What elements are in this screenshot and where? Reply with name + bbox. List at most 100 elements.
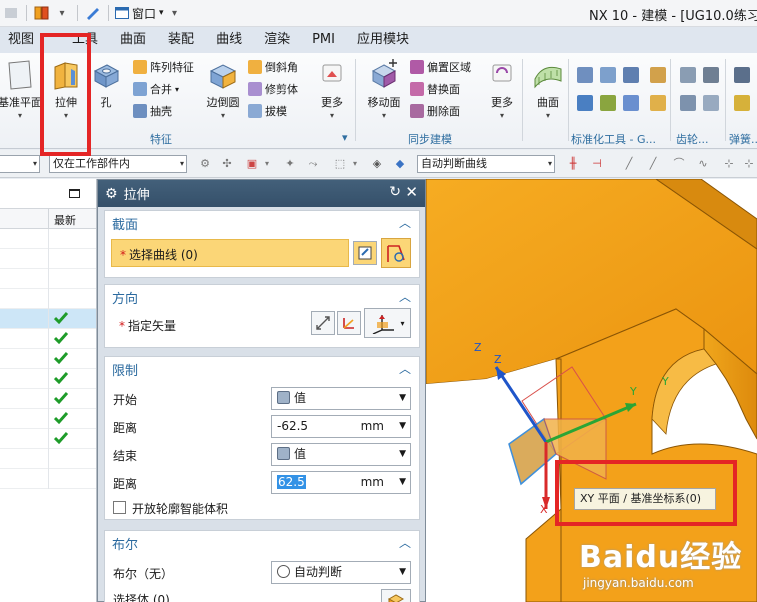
table-row[interactable] [0, 429, 96, 449]
line-icon[interactable]: ╱ [622, 157, 636, 171]
edge-blend-button[interactable]: 边倒圆 ▾ [202, 59, 244, 120]
trim-body-button[interactable]: 修剪体 [248, 81, 298, 97]
point-on-curve-icon[interactable]: ⊹ [722, 157, 736, 171]
undo-icon[interactable] [2, 4, 20, 22]
selection-scope-combo[interactable]: 仅在工作部件内 ▾ [49, 155, 187, 173]
more-sync-button[interactable]: 更多 ▾ [486, 59, 518, 120]
table-row[interactable] [0, 269, 96, 289]
vector-dialog-button[interactable] [337, 311, 361, 335]
delete-face-button[interactable]: 删除面 [410, 103, 460, 119]
table-row[interactable] [0, 349, 96, 369]
collapse-icon[interactable]: ︿ [399, 288, 411, 305]
point-icon[interactable]: ✦ [283, 157, 297, 171]
lasso-icon[interactable]: ⬚ [333, 157, 347, 171]
table-row[interactable] [0, 469, 96, 489]
table-row[interactable] [0, 229, 96, 249]
draft-button[interactable]: 拔模 [248, 103, 287, 119]
eraser-icon[interactable]: ◈ [370, 157, 384, 171]
follow-fillet-icon[interactable]: ⊣ [590, 157, 604, 171]
tool-icon[interactable] [623, 67, 639, 83]
tool-icon[interactable] [650, 67, 666, 83]
unite-button[interactable]: 合并 ▾ [133, 81, 179, 97]
spring-tool-icon[interactable] [734, 95, 750, 111]
reset-icon[interactable]: ↻ [389, 184, 401, 200]
gear-tool-icon[interactable] [680, 67, 696, 83]
boolean-header[interactable]: 布尔 ︿ [105, 531, 419, 555]
surface-button[interactable]: 曲面 ▾ [530, 59, 566, 120]
table-row[interactable] [0, 289, 96, 309]
tool-icon[interactable] [577, 95, 593, 111]
table-row[interactable] [0, 409, 96, 429]
table-row[interactable] [0, 309, 96, 329]
tool-icon[interactable] [600, 67, 616, 83]
tool-icon[interactable] [650, 95, 666, 111]
feature-group-expand-icon[interactable]: ▾ [342, 131, 348, 144]
cube-icon[interactable]: ◆ [393, 157, 407, 171]
end-distance-input[interactable]: 62.5 mm ▼ [271, 471, 411, 494]
offset-region-button[interactable]: 偏置区域 [410, 59, 471, 75]
pattern-feature-button[interactable]: 阵列特征 [133, 59, 194, 75]
curve-select-button[interactable] [381, 238, 411, 268]
close-icon[interactable]: ✕ [405, 183, 418, 201]
gear-tool-icon[interactable] [703, 95, 719, 111]
more-feature-button[interactable]: 更多 ▾ [316, 59, 348, 120]
table-row[interactable] [0, 449, 96, 469]
start-type-select[interactable]: 值 ▼ [271, 387, 411, 410]
chevron-down-icon[interactable]: ▾ [260, 157, 274, 171]
tab-curve[interactable]: 曲线 [205, 27, 253, 53]
tab-render[interactable]: 渲染 [253, 27, 301, 53]
hole-button[interactable]: 孔 [90, 59, 122, 110]
select-body-button[interactable] [381, 589, 411, 602]
tab-view[interactable]: 视图 [0, 27, 45, 53]
select-box-icon[interactable]: ▣ [245, 157, 259, 171]
qat-dropdown-icon[interactable]: ▾ [166, 4, 184, 22]
spline-icon[interactable]: ∿ [696, 157, 710, 171]
dialog-title-bar[interactable]: ⚙ 拉伸 ↻ ✕ [98, 180, 425, 207]
gear-icon[interactable]: ⚙ [105, 186, 118, 202]
tab-applications[interactable]: 应用模块 [346, 27, 420, 53]
arc-icon[interactable]: ⌒ [672, 157, 686, 171]
chevron-down-icon[interactable]: ▼ [399, 472, 406, 493]
window-menu[interactable]: 窗口 ▾ [115, 5, 164, 22]
collapse-icon[interactable]: ︿ [399, 360, 411, 377]
vector-icon[interactable]: ⤳ [306, 157, 320, 171]
tool-icon[interactable] [623, 95, 639, 111]
line-icon[interactable]: ╱ [646, 157, 660, 171]
gear-tool-icon[interactable] [680, 95, 696, 111]
table-row[interactable] [0, 389, 96, 409]
pen-icon[interactable] [84, 4, 102, 22]
section-header[interactable]: 截面 ︿ [105, 211, 419, 235]
collapse-icon[interactable]: ︿ [399, 214, 411, 231]
stop-at-intersection-icon[interactable]: ╫ [566, 157, 580, 171]
tab-assembly[interactable]: 装配 [157, 27, 205, 53]
book-icon[interactable] [33, 4, 51, 22]
collapse-icon[interactable]: ︿ [399, 534, 411, 551]
boolean-select[interactable]: 自动判断 ▼ [271, 561, 411, 584]
tab-pmi[interactable]: PMI [301, 27, 346, 53]
gear-tool-icon[interactable] [703, 67, 719, 83]
table-row[interactable] [0, 329, 96, 349]
shell-button[interactable]: 抽壳 [133, 103, 172, 119]
sketch-section-button[interactable] [353, 241, 377, 265]
spring-tool-icon[interactable] [734, 67, 750, 83]
end-type-select[interactable]: 值 ▼ [271, 443, 411, 466]
start-distance-input[interactable]: -62.5 mm ▼ [271, 415, 411, 438]
curve-rule-combo[interactable]: 自动判断曲线 ▾ [417, 155, 555, 173]
chamfer-button[interactable]: 倒斜角 [248, 59, 298, 75]
tab-surface[interactable]: 曲面 [109, 27, 157, 53]
direction-header[interactable]: 方向 ︿ [105, 285, 419, 309]
vector-type-dropdown[interactable]: ▾ [364, 308, 411, 338]
column-latest[interactable]: 最新 [54, 212, 76, 228]
reverse-direction-button[interactable] [311, 311, 335, 335]
point-on-curve-icon[interactable]: ⊹ [742, 157, 756, 171]
qat-dropdown-icon[interactable]: ▾ [53, 4, 71, 22]
replace-face-button[interactable]: 替换面 [410, 81, 460, 97]
filter-icon[interactable]: ⚙ [198, 157, 212, 171]
chevron-down-icon[interactable]: ▾ [348, 157, 362, 171]
table-row[interactable] [0, 369, 96, 389]
tool-icon[interactable] [577, 67, 593, 83]
tool-icon[interactable] [600, 95, 616, 111]
limits-header[interactable]: 限制 ︿ [105, 357, 419, 381]
type-filter-combo[interactable]: ▾ [0, 155, 40, 173]
open-profile-checkbox[interactable] [113, 501, 126, 514]
